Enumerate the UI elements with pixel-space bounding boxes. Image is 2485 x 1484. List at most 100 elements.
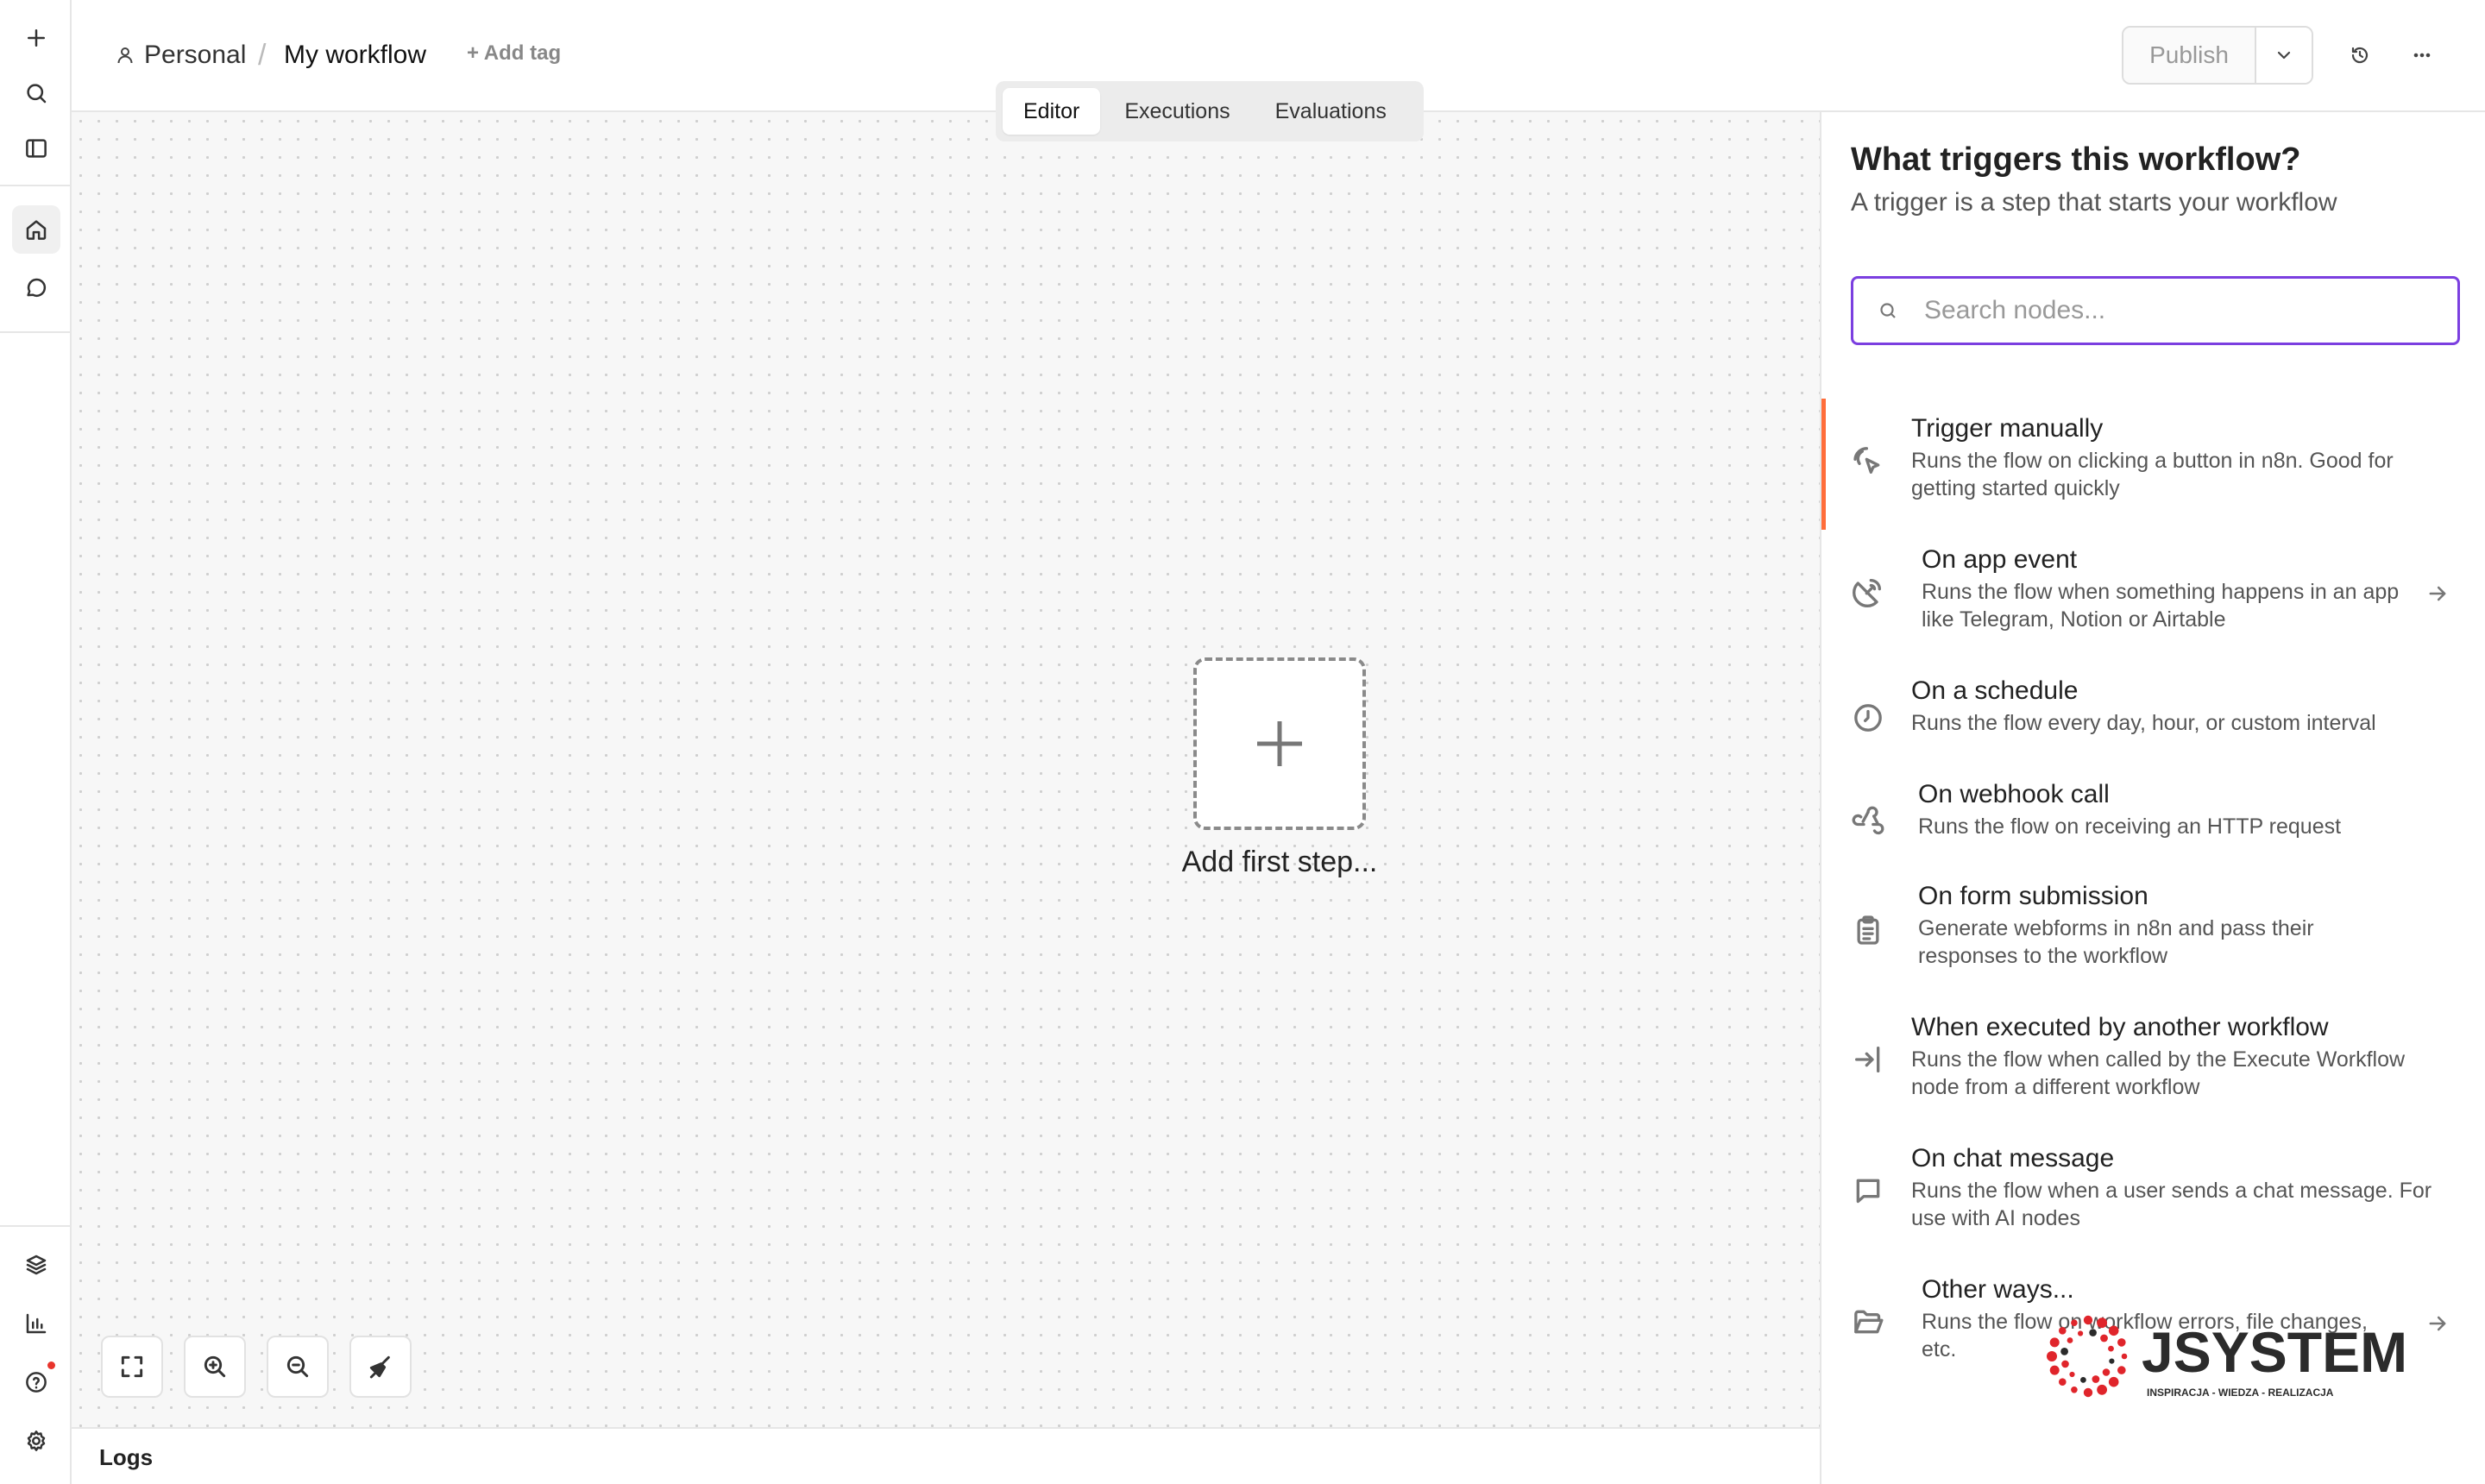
more-options-button[interactable] <box>2401 35 2443 76</box>
logo-dot <box>2100 1334 2108 1343</box>
toggle-sidebar-button[interactable] <box>12 124 60 173</box>
logo-dot <box>2117 1338 2126 1347</box>
jsystems-logo-graphic: JSYSTEMS INSPIRACJA - WIEDZA - REALIZACJ… <box>2047 1315 2445 1399</box>
ellipsis-icon <box>2413 53 2431 58</box>
tab-editor[interactable]: Editor <box>1003 88 1101 135</box>
logo-dot <box>2049 1365 2060 1375</box>
logo-dot <box>2109 1358 2115 1364</box>
create-button[interactable] <box>12 14 60 62</box>
chat-bubble-icon <box>27 278 47 297</box>
clipboard-icon <box>1851 913 1889 951</box>
zoom-out-icon <box>286 1355 309 1378</box>
trigger-item-title: When executed by another workflow <box>1911 1013 2329 1041</box>
logo-dot <box>2059 1327 2067 1335</box>
trigger-item-description: Runs the flow on clicking a button in n8… <box>1911 449 2394 500</box>
panel-title: What triggers this workflow? <box>1851 141 2301 178</box>
notification-dot <box>47 1361 55 1369</box>
workflow-name[interactable]: My workflow <box>284 38 426 72</box>
logo-dot <box>2078 1330 2084 1336</box>
sidebar-panel-icon <box>26 139 47 158</box>
zoom-in-icon <box>204 1355 226 1378</box>
logo-dot <box>2121 1353 2128 1360</box>
trigger-item-execute-workflow[interactable]: When executed by another workflow Runs t… <box>1821 997 2485 1129</box>
trigger-item-description: Generate webforms in n8n and pass their … <box>1918 916 2314 968</box>
tidy-up-button[interactable] <box>349 1336 412 1398</box>
layers-icon <box>26 1254 47 1275</box>
publish-dropdown-button[interactable] <box>2256 28 2312 83</box>
zoom-in-button[interactable] <box>184 1336 246 1398</box>
trigger-item-title: On a schedule <box>1911 676 2079 705</box>
logo-dot <box>2071 1319 2078 1326</box>
help-circle-icon <box>26 1372 47 1393</box>
templates-button[interactable] <box>12 1241 60 1289</box>
workflow-canvas[interactable]: Add first step... <box>72 112 1820 1427</box>
trigger-item-description: Runs the flow when a user sends a chat m… <box>1911 1179 2432 1230</box>
search-nodes-field[interactable] <box>1851 276 2460 345</box>
home-button[interactable] <box>12 205 60 254</box>
panel-subtitle: A trigger is a step that starts your wor… <box>1851 188 2337 217</box>
chevron-down-icon <box>2277 51 2291 60</box>
logo-dot <box>2060 1348 2068 1355</box>
chat-icon <box>1851 1173 1889 1211</box>
insights-button[interactable] <box>12 1299 60 1348</box>
left-sidebar <box>0 0 72 1484</box>
logo-dot <box>2049 1337 2060 1348</box>
webhook-icon <box>1851 801 1889 839</box>
help-button[interactable] <box>12 1358 60 1406</box>
arrow-right-icon <box>2425 582 2451 607</box>
rail-divider <box>0 331 70 333</box>
logo-dot <box>2108 1376 2119 1387</box>
logo-dot <box>2061 1360 2069 1368</box>
logo-dot <box>2108 1345 2114 1352</box>
trigger-item-title: On app event <box>1922 545 2078 574</box>
folder-open-icon <box>1851 1305 1889 1343</box>
publish-button-group: Publish <box>2122 26 2313 85</box>
satellite-dish-icon <box>1851 575 1889 613</box>
fit-view-button[interactable] <box>101 1336 163 1398</box>
breadcrumb-separator: / <box>258 38 267 72</box>
n8n-app: Personal / My workflow + Add tag Publish… <box>0 0 2485 1484</box>
settings-button[interactable] <box>12 1417 60 1465</box>
logo-dot <box>2069 1371 2075 1378</box>
trigger-item-description: Runs the flow when something happens in … <box>1922 580 2400 632</box>
pointer-click-icon <box>1851 443 1889 481</box>
project-name: Personal <box>144 41 247 69</box>
search-nodes-input[interactable] <box>1924 296 2442 325</box>
trigger-item-title: On webhook call <box>1918 780 2110 808</box>
trigger-item-title: On form submission <box>1918 882 2148 910</box>
publish-button[interactable]: Publish <box>2123 28 2256 83</box>
trigger-item-description: Runs the flow when called by the Execute… <box>1911 1047 2406 1099</box>
plus-icon <box>1257 721 1302 766</box>
trigger-item-manual[interactable]: Trigger manually Runs the flow on clicki… <box>1821 399 2485 530</box>
search-button[interactable] <box>12 69 60 117</box>
add-tag-button[interactable]: + Add tag <box>467 41 561 66</box>
version-history-button[interactable] <box>2339 35 2381 76</box>
breadcrumb-project[interactable]: Personal <box>115 38 246 72</box>
trigger-panel: What triggers this workflow? A trigger i… <box>1820 112 2485 1484</box>
logo-dot <box>2108 1325 2119 1336</box>
trigger-item-title: On chat message <box>1911 1144 2115 1173</box>
clock-icon <box>1851 701 1889 739</box>
trigger-item-app-event[interactable]: On app event Runs the flow when somethin… <box>1821 530 2485 661</box>
chat-button[interactable] <box>12 264 60 312</box>
tab-executions[interactable]: Executions <box>1104 88 1250 135</box>
logs-bar[interactable]: Logs <box>72 1427 1820 1484</box>
add-first-step-label: Add first step... <box>1181 846 1378 878</box>
arrow-right-icon <box>2425 1311 2451 1337</box>
search-icon <box>1880 303 1896 318</box>
trigger-item-description: Runs the flow on receiving an HTTP reque… <box>1918 814 2342 839</box>
zoom-out-button[interactable] <box>267 1336 329 1398</box>
logo-dot <box>2117 1366 2126 1374</box>
tab-evaluations[interactable]: Evaluations <box>1255 88 1407 135</box>
add-first-step-button[interactable] <box>1193 657 1366 830</box>
trigger-item-chat[interactable]: On chat message Runs the flow when a use… <box>1821 1129 2485 1260</box>
logs-label: Logs <box>99 1444 154 1470</box>
bar-chart-icon <box>26 1313 47 1334</box>
trigger-item-title: Other ways... <box>1922 1275 2074 1304</box>
gear-icon <box>27 1431 46 1451</box>
fullscreen-icon <box>121 1355 143 1378</box>
view-tabs: Editor Executions Evaluations <box>996 81 1424 141</box>
trigger-item-form[interactable]: On form submission Generate webforms in … <box>1821 866 2485 997</box>
logo-dot <box>2097 1384 2107 1395</box>
sign-in-icon <box>1851 1042 1889 1080</box>
